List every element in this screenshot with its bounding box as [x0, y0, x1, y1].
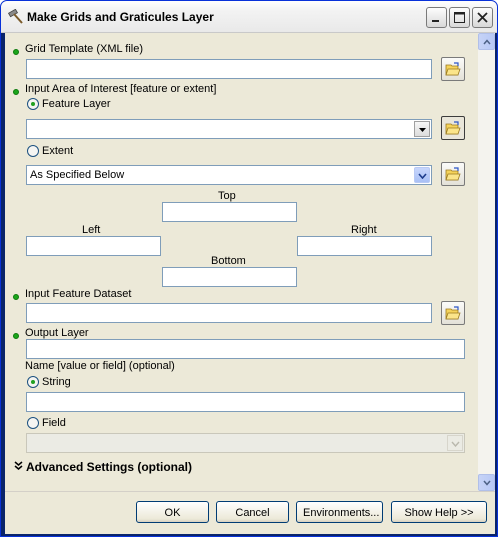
extent-bottom-input[interactable]	[162, 267, 297, 287]
hammer-icon	[7, 9, 23, 24]
chevron-down-icon	[483, 480, 491, 486]
vertical-scrollbar[interactable]	[478, 33, 495, 491]
extent-top-input[interactable]	[162, 202, 297, 222]
open-folder-icon	[445, 306, 461, 320]
area-of-interest-label: Input Area of Interest [feature or exten…	[25, 83, 217, 95]
feature-layer-combo[interactable]	[26, 119, 432, 139]
extent-browse-button[interactable]	[441, 162, 465, 186]
extent-right-label: Right	[351, 224, 377, 236]
feature-layer-browse-button[interactable]	[441, 116, 465, 140]
name-field-combo	[26, 433, 465, 453]
extent-right-input[interactable]	[297, 236, 432, 256]
extent-top-label: Top	[218, 190, 236, 202]
environments-button[interactable]: Environments...	[296, 501, 383, 523]
feature-layer-dropdown-button[interactable]	[414, 121, 430, 137]
grid-template-browse-button[interactable]	[441, 57, 465, 81]
required-indicator	[13, 333, 19, 339]
parameters-panel: Grid Template (XML file) Input Area of I…	[5, 33, 476, 491]
grid-template-label: Grid Template (XML file)	[25, 43, 143, 55]
feature-layer-radio-label: Feature Layer	[42, 98, 111, 110]
name-field-dropdown-button	[447, 435, 463, 451]
cancel-button[interactable]: Cancel	[216, 501, 289, 523]
required-indicator	[13, 89, 19, 95]
scroll-down-button[interactable]	[478, 474, 495, 491]
chevron-up-icon	[483, 39, 491, 45]
minimize-icon	[432, 20, 439, 22]
ok-button[interactable]: OK	[136, 501, 209, 523]
output-layer-label: Output Layer	[25, 327, 89, 339]
show-help-button[interactable]: Show Help >>	[391, 501, 487, 523]
name-string-input[interactable]	[26, 392, 465, 412]
extent-combo[interactable]: As Specified Below	[26, 165, 432, 185]
input-feature-dataset-label: Input Feature Dataset	[25, 288, 132, 300]
string-radio-label: String	[42, 376, 71, 388]
scroll-up-button[interactable]	[478, 33, 495, 50]
input-feature-dataset-input[interactable]	[26, 303, 432, 323]
extent-bottom-label: Bottom	[211, 255, 246, 267]
open-folder-icon	[445, 121, 461, 135]
extent-radio-label: Extent	[42, 145, 74, 157]
chevron-down-icon	[418, 173, 427, 179]
maximize-button[interactable]	[449, 7, 470, 28]
feature-layer-radio[interactable]	[27, 98, 39, 110]
minimize-button[interactable]	[426, 7, 447, 28]
extent-left-label: Left	[82, 224, 101, 236]
dialog-button-bar: OK Cancel Environments... Show Help >>	[5, 491, 495, 534]
chevron-down-icon	[419, 128, 426, 132]
extent-radio[interactable]	[27, 145, 39, 157]
output-layer-input[interactable]	[26, 339, 465, 359]
input-feature-dataset-browse-button[interactable]	[441, 301, 465, 325]
open-folder-icon	[445, 167, 461, 181]
close-button[interactable]	[472, 7, 493, 28]
dialog-client: Grid Template (XML file) Input Area of I…	[5, 33, 495, 534]
string-radio[interactable]	[27, 376, 39, 388]
expand-chevron-icon[interactable]	[14, 461, 23, 471]
extent-left-input[interactable]	[26, 236, 161, 256]
title-bar[interactable]: Make Grids and Graticules Layer	[1, 1, 497, 33]
tool-dialog-window: Make Grids and Graticules Layer Grid Tem…	[0, 0, 498, 537]
required-indicator	[13, 49, 19, 55]
field-radio[interactable]	[27, 417, 39, 429]
maximize-icon	[454, 12, 465, 23]
open-folder-icon	[445, 62, 461, 76]
close-icon	[477, 12, 488, 23]
field-radio-label: Field	[42, 417, 66, 429]
advanced-settings-toggle[interactable]: Advanced Settings (optional)	[26, 460, 192, 474]
extent-dropdown-button[interactable]	[414, 167, 430, 183]
required-indicator	[13, 294, 19, 300]
grid-template-input[interactable]	[26, 59, 432, 79]
extent-combo-value: As Specified Below	[30, 169, 125, 181]
chevron-down-icon	[451, 441, 460, 447]
name-label: Name [value or field] (optional)	[25, 360, 175, 372]
window-title: Make Grids and Graticules Layer	[27, 10, 214, 24]
